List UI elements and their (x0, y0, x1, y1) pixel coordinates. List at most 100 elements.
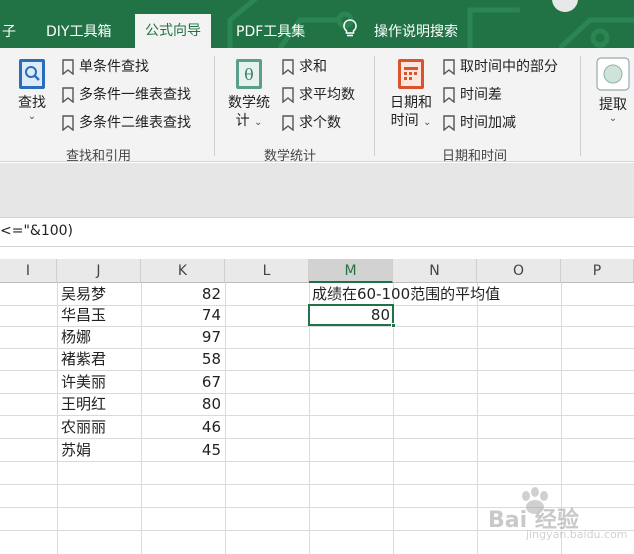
multi-condition-1d-lookup[interactable]: 多条件一维表查找 (62, 85, 191, 105)
cell-name[interactable]: 褚紫君 (61, 349, 106, 370)
count-item[interactable]: 求个数 (282, 113, 341, 133)
lightbulb-icon[interactable] (342, 19, 358, 48)
chevron-down-icon: ⌄ (27, 111, 37, 122)
group-label-datetime: 日期和时间 (442, 149, 508, 164)
bookmark-icon (62, 59, 74, 75)
ribbon-bottom-area (0, 163, 634, 217)
cell-score[interactable]: 67 (141, 372, 221, 393)
column-header-P[interactable]: P (561, 259, 634, 283)
bookmark-icon (62, 87, 74, 103)
group-separator (580, 56, 581, 156)
ribbon-panel: 查找 ⌄ 单条件查找 多条件一维表查找 多条件二维表查找 查找和引用 θ 数学统… (0, 48, 634, 164)
bookmark-icon (282, 115, 294, 131)
baidu-watermark: Bai 经验 jingyan.baidu.com (478, 486, 628, 546)
row-gridline (0, 461, 634, 462)
cell-score[interactable]: 97 (141, 327, 221, 348)
ribbon-tab-bar: 子 DIY工具箱 公式向导 PDF工具集 操作说明搜索 (0, 0, 634, 48)
bookmark-icon (282, 59, 294, 75)
chevron-down-icon: ⌄ (254, 117, 263, 128)
datetime-label-line2: 时间 (390, 113, 419, 129)
math-stats-button[interactable]: θ 数学统 计 ⌄ (224, 58, 274, 132)
bookmark-icon (282, 87, 294, 103)
calendar-book-icon (398, 59, 424, 89)
multi-condition-2d-lookup[interactable]: 多条件二维表查找 (62, 113, 191, 133)
cell-score[interactable]: 45 (141, 440, 221, 461)
group-label-math: 数学统计 (264, 149, 317, 164)
tab-pdf-tools[interactable]: PDF工具集 (236, 18, 305, 48)
cell-name[interactable]: 王明红 (61, 394, 106, 415)
row-gridline (0, 415, 634, 416)
item-label: 多条件二维表查找 (79, 115, 191, 131)
bookmark-icon (443, 87, 455, 103)
time-diff-item[interactable]: 时间差 (443, 85, 502, 105)
lookup-label: 查找 (18, 95, 46, 111)
formula-text: <="&100) (0, 223, 74, 239)
column-header-M[interactable]: M (309, 259, 393, 283)
tab-partial[interactable]: 子 (2, 18, 16, 48)
cell-result-value[interactable]: 80 (310, 305, 390, 326)
column-header-J[interactable]: J (57, 259, 141, 283)
cell-name[interactable]: 吴易梦 (61, 284, 106, 305)
datetime-label-line1: 日期和 (390, 95, 432, 111)
time-add-sub-item[interactable]: 时间加减 (443, 113, 516, 133)
extract-time-part-item[interactable]: 取时间中的部分 (443, 57, 558, 77)
formula-bar[interactable]: <="&100) (0, 217, 634, 247)
math-label-line2: 计 (235, 113, 250, 129)
extract-button[interactable]: 提取 ⌄ (592, 56, 634, 124)
extract-icon (596, 57, 630, 91)
theta-book-icon: θ (236, 59, 262, 89)
group-separator (214, 56, 215, 156)
sum-item[interactable]: 求和 (282, 57, 327, 77)
cell-score[interactable]: 80 (141, 394, 221, 415)
tab-diy-toolbox[interactable]: DIY工具箱 (46, 18, 111, 48)
column-header-K[interactable]: K (141, 259, 225, 283)
column-gridline (57, 283, 58, 554)
cell-score[interactable]: 46 (141, 417, 221, 438)
row-gridline (0, 370, 634, 371)
tell-me-search[interactable]: 操作说明搜索 (374, 18, 458, 48)
item-label: 求和 (299, 59, 327, 75)
cell-name[interactable]: 华昌玉 (61, 305, 106, 326)
item-label: 时间加减 (460, 115, 516, 131)
cell-name[interactable]: 许美丽 (61, 372, 106, 393)
cell-name[interactable]: 杨娜 (61, 327, 91, 348)
cell-score[interactable]: 82 (141, 284, 221, 305)
watermark-url: jingyan.baidu.com (526, 528, 628, 541)
cell-name[interactable]: 苏娟 (61, 440, 91, 461)
item-label: 单条件查找 (79, 59, 149, 75)
group-label-lookup: 查找和引用 (66, 149, 132, 164)
datetime-button[interactable]: 日期和 时间 ⌄ (386, 58, 436, 132)
item-label: 求平均数 (299, 87, 355, 103)
cell-score[interactable]: 58 (141, 349, 221, 370)
column-header-O[interactable]: O (477, 259, 561, 283)
chevron-down-icon: ⌄ (423, 117, 432, 128)
lookup-button[interactable]: 查找 ⌄ (12, 58, 52, 122)
row-gridline (0, 326, 634, 327)
item-label: 多条件一维表查找 (79, 87, 191, 103)
row-gridline (0, 484, 634, 485)
item-label: 时间差 (460, 87, 502, 103)
bookmark-icon (62, 115, 74, 131)
bookmark-icon (443, 59, 455, 75)
item-label: 取时间中的部分 (460, 59, 558, 75)
tab-formula-wizard[interactable]: 公式向导 (135, 14, 211, 48)
bookmark-icon (443, 115, 455, 131)
fill-handle[interactable] (391, 323, 396, 328)
row-gridline (0, 438, 634, 439)
column-header-N[interactable]: N (393, 259, 477, 283)
lookup-book-icon (19, 59, 45, 89)
column-header-I[interactable]: I (0, 259, 57, 283)
cell-score[interactable]: 74 (141, 305, 221, 326)
math-label-line1: 数学统 (228, 95, 270, 111)
item-label: 求个数 (299, 115, 341, 131)
column-header-L[interactable]: L (225, 259, 309, 283)
single-condition-lookup[interactable]: 单条件查找 (62, 57, 149, 77)
cell-result-label[interactable]: 成绩在60-100范围的平均值 (312, 284, 500, 305)
extract-label: 提取 (599, 97, 627, 113)
column-gridline (225, 283, 226, 554)
cell-name[interactable]: 农丽丽 (61, 417, 106, 438)
average-item[interactable]: 求平均数 (282, 85, 355, 105)
svg-text:θ: θ (244, 65, 254, 84)
chevron-down-icon: ⌄ (608, 113, 618, 124)
group-separator (374, 56, 375, 156)
